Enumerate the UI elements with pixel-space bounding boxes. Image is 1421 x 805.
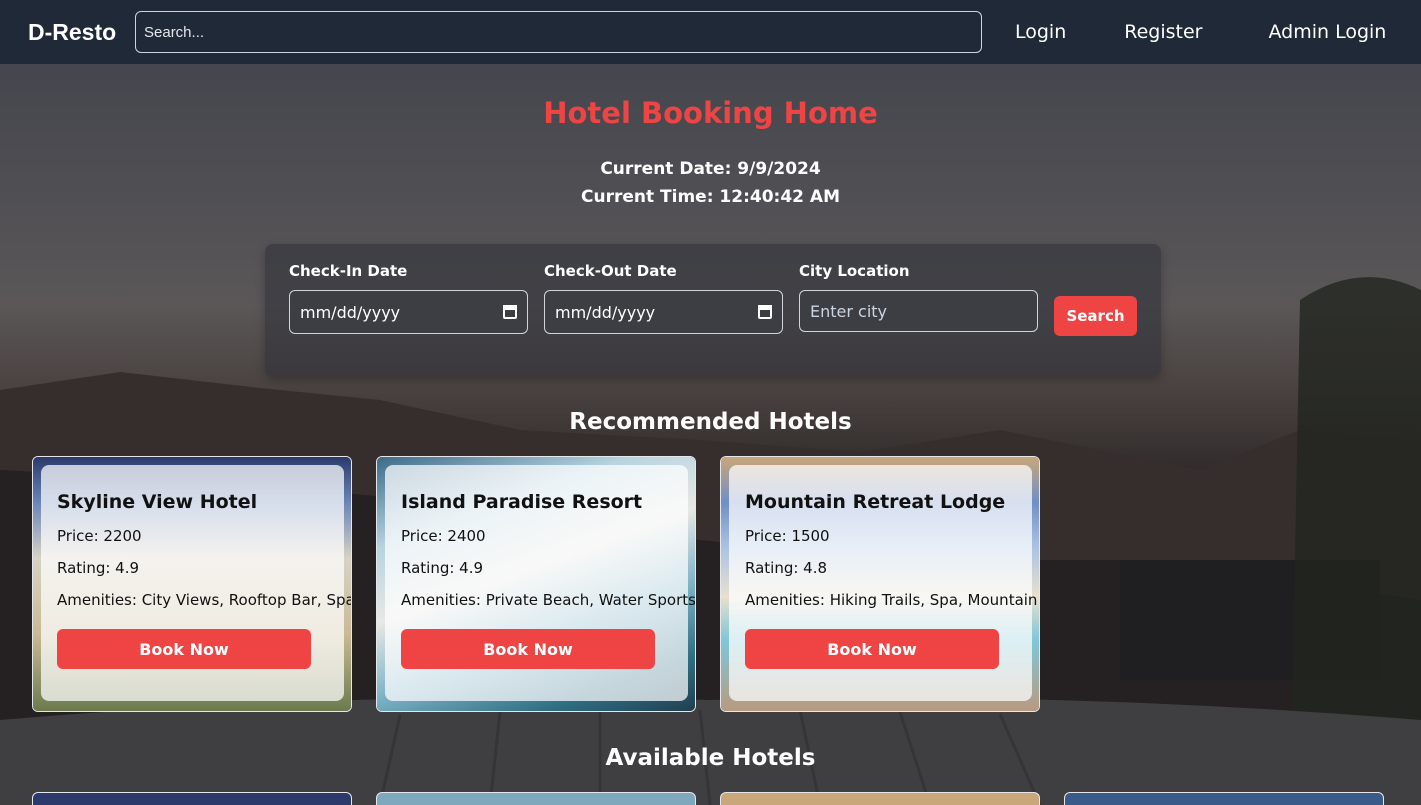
- hotel-name: Island Paradise Resort: [401, 491, 643, 513]
- current-time: Current Time: 12:40:42 AM: [581, 187, 840, 207]
- hotel-name: Skyline View Hotel: [57, 491, 258, 513]
- book-now-button[interactable]: Book Now: [401, 629, 655, 669]
- hotel-card[interactable]: [720, 792, 1040, 805]
- current-date: Current Date: 9/9/2024: [600, 159, 821, 179]
- hotel-card[interactable]: [376, 792, 696, 805]
- register-link[interactable]: Register: [1124, 21, 1202, 43]
- booking-form: Check-In Date mm/dd/yyyy Check-Out Date …: [265, 244, 1161, 376]
- checkout-group: Check-Out Date mm/dd/yyyy: [544, 262, 783, 334]
- checkin-label: Check-In Date: [289, 262, 408, 280]
- city-group: City Location Enter city: [799, 262, 1038, 332]
- city-input[interactable]: Enter city: [799, 290, 1038, 332]
- book-now-button[interactable]: Book Now: [745, 629, 999, 669]
- hotel-amenities: Amenities: City Views, Rooftop Bar, Spa: [57, 591, 352, 609]
- hotel-card[interactable]: [1064, 792, 1384, 805]
- recommended-hotels-heading: Recommended Hotels: [569, 409, 852, 435]
- hotel-card: Mountain Retreat Lodge Price: 1500 Ratin…: [720, 456, 1040, 712]
- search-button[interactable]: Search: [1054, 296, 1137, 336]
- checkin-placeholder: mm/dd/yyyy: [300, 302, 401, 322]
- hotel-price: Price: 2400: [401, 527, 486, 545]
- brand-logo[interactable]: D-Resto: [28, 19, 135, 46]
- checkout-date-input[interactable]: mm/dd/yyyy: [544, 290, 783, 334]
- hotel-card: Island Paradise Resort Price: 2400 Ratin…: [376, 456, 696, 712]
- book-now-button[interactable]: Book Now: [57, 629, 311, 669]
- city-label: City Location: [799, 262, 910, 280]
- available-hotels-heading: Available Hotels: [605, 745, 816, 771]
- checkout-label: Check-Out Date: [544, 262, 677, 280]
- hotel-name: Mountain Retreat Lodge: [745, 491, 1006, 513]
- page-title: Hotel Booking Home: [543, 96, 878, 130]
- hotel-card[interactable]: [32, 792, 352, 805]
- hotel-card: Skyline View Hotel Price: 2200 Rating: 4…: [32, 456, 352, 712]
- admin-login-link[interactable]: Admin Login: [1269, 21, 1387, 43]
- calendar-icon[interactable]: [758, 305, 772, 319]
- hotel-price: Price: 2200: [57, 527, 142, 545]
- hotel-rating: Rating: 4.9: [57, 559, 140, 577]
- nav-links: Login Register Admin Login: [1015, 21, 1386, 43]
- checkout-placeholder: mm/dd/yyyy: [555, 302, 656, 322]
- checkin-group: Check-In Date mm/dd/yyyy: [289, 262, 528, 334]
- hotel-rating: Rating: 4.9: [401, 559, 484, 577]
- login-link[interactable]: Login: [1015, 21, 1066, 43]
- search-input[interactable]: [135, 11, 982, 53]
- calendar-icon[interactable]: [503, 305, 517, 319]
- hotel-amenities: Amenities: Hiking Trails, Spa, Mountain …: [745, 591, 1039, 609]
- checkin-date-input[interactable]: mm/dd/yyyy: [289, 290, 528, 334]
- hotel-rating: Rating: 4.8: [745, 559, 828, 577]
- hotel-amenities: Amenities: Private Beach, Water Sports, …: [401, 591, 696, 609]
- main-content: Hotel Booking Home Current Date: 9/9/202…: [0, 64, 1421, 805]
- hotel-price: Price: 1500: [745, 527, 830, 545]
- city-placeholder: Enter city: [810, 301, 888, 321]
- navbar: D-Resto Login Register Admin Login: [0, 0, 1421, 64]
